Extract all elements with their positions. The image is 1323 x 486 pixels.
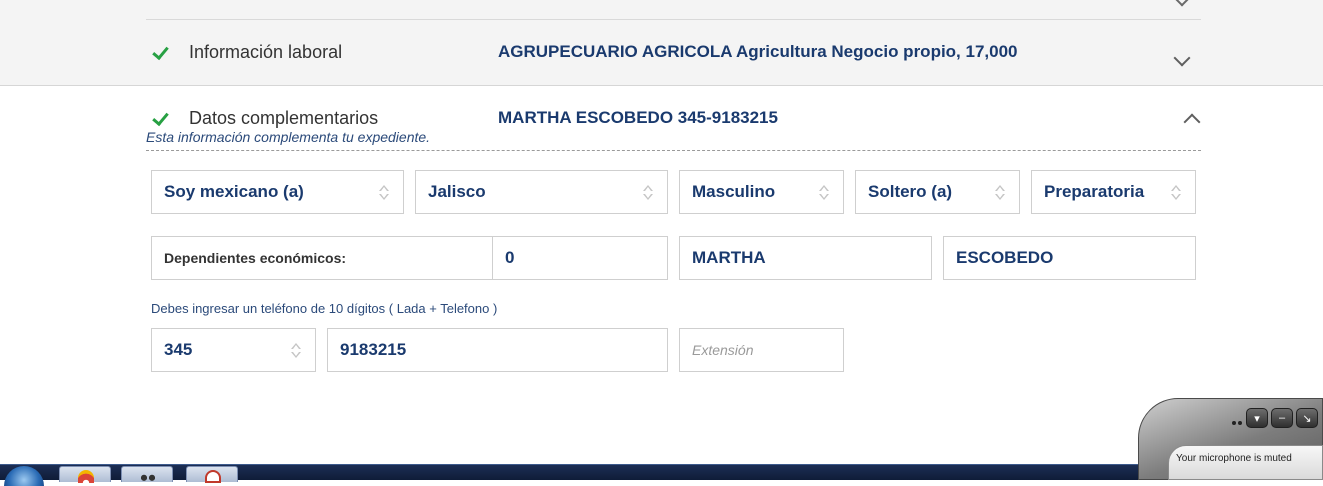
input-value: MARTHA [692,248,766,267]
dependents-field: Dependientes económicos: 0 [151,236,668,280]
minimize-icon[interactable]: – [1271,408,1293,428]
chrome-icon [78,470,94,483]
section-label: Datos complementarios [189,108,379,128]
section-summary: AGRUPECUARIO AGRICOLA Agricultura Negoci… [498,42,1018,61]
section-summary: MARTHA ESCOBEDO 345-9183215 [498,108,778,127]
check-icon [152,42,169,61]
sort-arrows-icon [819,185,830,201]
select-value: Soy mexicano (a) [164,182,304,201]
dependents-label: Dependientes económicos: [164,250,347,266]
state-select[interactable]: Jalisco [415,170,668,214]
first-name-input[interactable]: MARTHA [679,236,932,280]
extension-input[interactable]: Extensión [679,328,844,372]
phone-helper-text: Debes ingresar un teléfono de 10 dígitos… [151,301,498,316]
app-icon [138,470,158,483]
input-value: ESCOBEDO [956,248,1054,267]
select-value: 345 [164,340,193,359]
section-label: Información laboral [189,42,343,62]
section-informacion-laboral[interactable]: Información laboral AGRUPECUARIO AGRICOL… [146,42,1201,72]
sort-arrows-icon [379,185,390,201]
dashed-divider [146,150,1201,151]
select-value: Soltero (a) [868,182,953,201]
app-icon [205,470,221,483]
select-value: Preparatoria [1044,182,1145,201]
sort-arrows-icon [643,185,654,201]
section-note: Esta información complementa tu expedien… [146,129,431,145]
input-placeholder: Extensión [692,342,754,358]
select-value: Masculino [692,182,776,201]
chevron-up-icon[interactable] [1183,113,1201,131]
sort-arrows-icon [291,343,302,359]
marital-status-select[interactable]: Soltero (a) [855,170,1020,214]
field-divider [492,237,493,279]
input-value: 9183215 [340,340,407,359]
chevron-down-icon[interactable] [1173,49,1191,67]
dropdown-arrow-icon[interactable]: ▾ [1246,408,1268,428]
check-icon [152,108,169,127]
sort-arrows-icon [995,185,1006,201]
gender-select[interactable]: Masculino [679,170,844,214]
sort-arrows-icon [1171,185,1182,201]
last-name-input[interactable]: ESCOBEDO [943,236,1196,280]
education-select[interactable]: Preparatoria [1031,170,1196,214]
microphone-status-text: Your microphone is muted [1176,453,1292,464]
resize-icon[interactable]: ↘ [1296,408,1318,428]
phone-input[interactable]: 9183215 [327,328,668,372]
dependents-input[interactable]: 0 [505,237,514,279]
nationality-select[interactable]: Soy mexicano (a) [151,170,404,214]
section-divider [146,19,1201,20]
select-value: Jalisco [428,182,486,201]
indicator-dots-icon [1232,413,1244,425]
lada-select[interactable]: 345 [151,328,316,372]
